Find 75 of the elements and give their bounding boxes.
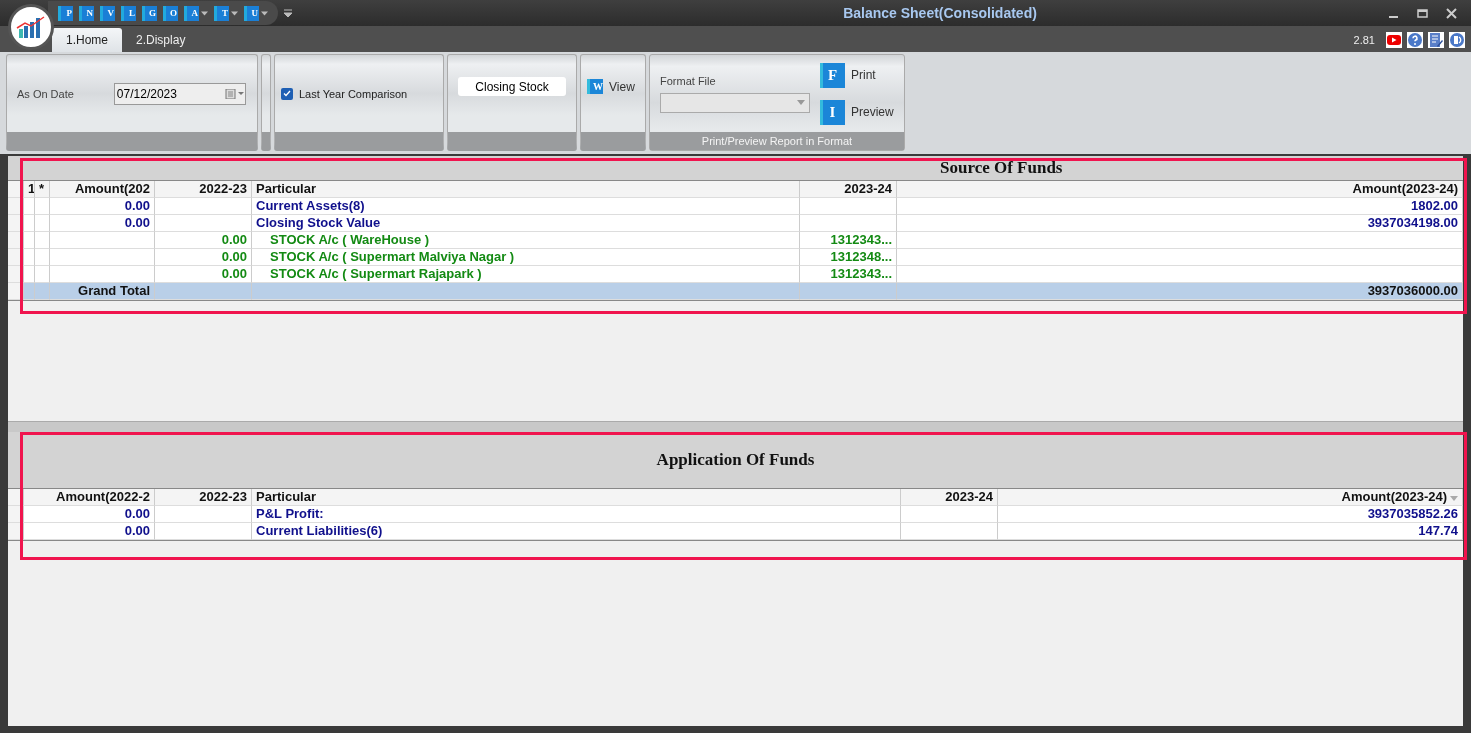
video-icon[interactable] bbox=[1386, 32, 1402, 48]
table-cell: STOCK A/c ( WareHouse ) bbox=[252, 232, 800, 249]
exit-icon[interactable] bbox=[1449, 32, 1465, 48]
column-header[interactable]: 2023-24 bbox=[901, 489, 998, 506]
caret-icon[interactable] bbox=[201, 10, 208, 16]
column-header[interactable]: 2022-23 bbox=[155, 181, 252, 198]
table-cell: 0.00 bbox=[50, 198, 155, 215]
table-cell: 1312348... bbox=[800, 249, 897, 266]
column-header[interactable]: 2022-23 bbox=[155, 489, 252, 506]
table-cell: 0.00 bbox=[155, 249, 252, 266]
toolbar-button[interactable]: G bbox=[142, 5, 157, 21]
field-label: As On Date bbox=[17, 87, 74, 100]
table-cell: 0.00 bbox=[24, 506, 155, 523]
column-header[interactable]: * bbox=[35, 181, 50, 198]
group-caption: Print/Preview Report in Format bbox=[650, 132, 904, 150]
caret-icon[interactable] bbox=[797, 100, 805, 105]
table-cell: 0.00 bbox=[155, 232, 252, 249]
table-cell: Current Assets(8) bbox=[252, 198, 800, 215]
total-label: Grand Total bbox=[50, 283, 155, 300]
table-cell: 3937035852.26 bbox=[998, 506, 1463, 523]
help-icon[interactable] bbox=[1407, 32, 1423, 48]
customize-icon[interactable] bbox=[284, 8, 292, 18]
table-cell: 1802.00 bbox=[897, 198, 1463, 215]
view-button[interactable]: W View bbox=[587, 79, 635, 94]
table-cell bbox=[35, 249, 50, 266]
section-title: Application Of Funds bbox=[8, 432, 1463, 488]
ribbon-tab[interactable]: 2.Display bbox=[122, 28, 200, 52]
table-cell bbox=[35, 215, 50, 232]
table-cell bbox=[35, 198, 50, 215]
toolbar-button[interactable]: V bbox=[100, 5, 115, 21]
caret-icon[interactable] bbox=[231, 10, 238, 16]
column-header[interactable]: Amount(202 bbox=[50, 181, 155, 198]
column-header[interactable]: Amount(2023-24) bbox=[998, 489, 1463, 506]
sort-icon bbox=[1450, 496, 1458, 501]
table-cell: Closing Stock Value bbox=[252, 215, 800, 232]
notes-icon[interactable] bbox=[1428, 32, 1444, 48]
table-cell bbox=[24, 283, 35, 300]
table-cell bbox=[35, 232, 50, 249]
table-cell bbox=[35, 283, 50, 300]
table-cell: 3937036000.00 bbox=[897, 283, 1463, 300]
toolbar-button[interactable]: N bbox=[79, 5, 94, 21]
maximize-icon[interactable] bbox=[1417, 7, 1428, 19]
date-field[interactable]: 07/12/2023 bbox=[113, 82, 246, 105]
ribbon-tab[interactable]: 1.Home bbox=[52, 28, 123, 52]
table-cell: 0.00 bbox=[50, 215, 155, 232]
close-icon[interactable] bbox=[1446, 7, 1457, 19]
toolbar-button[interactable]: O bbox=[163, 5, 178, 21]
column-header[interactable]: 2023-24 bbox=[800, 181, 897, 198]
print-button[interactable]: F Print bbox=[820, 62, 894, 88]
column-header[interactable]: Amount(2022-2 bbox=[24, 489, 155, 506]
table-cell: Current Liabilities(6) bbox=[252, 523, 901, 540]
column-header[interactable]: Amount(2023-24) bbox=[897, 181, 1463, 198]
table-cell bbox=[24, 232, 35, 249]
table-cell: 0.00 bbox=[24, 523, 155, 540]
preview-button[interactable]: I Preview bbox=[820, 99, 894, 125]
toolbar-button[interactable]: L bbox=[121, 5, 136, 21]
caret-icon[interactable] bbox=[261, 10, 268, 16]
closing-stock-button[interactable]: Closing Stock bbox=[458, 77, 566, 96]
toolbar-button[interactable]: P bbox=[58, 5, 73, 21]
table-cell: STOCK A/c ( Supermart Malviya Nagar ) bbox=[252, 249, 800, 266]
calendar-icon[interactable] bbox=[224, 88, 245, 99]
version-label: 2.81 bbox=[1353, 34, 1375, 46]
table-cell: P&L Profit: bbox=[252, 506, 901, 523]
table-cell: 147.74 bbox=[998, 523, 1463, 540]
table-cell bbox=[24, 249, 35, 266]
table-cell: 1312343... bbox=[800, 232, 897, 249]
column-header[interactable]: Particular bbox=[252, 181, 800, 198]
table-cell: 3937034198.00 bbox=[897, 215, 1463, 232]
field-label: Format File bbox=[660, 74, 717, 87]
column-header[interactable]: Particular bbox=[252, 489, 901, 506]
window-title: Balance Sheet(Consolidated) bbox=[842, 5, 1038, 21]
checkbox-label[interactable]: Last Year Comparison bbox=[299, 87, 408, 100]
table-cell bbox=[24, 198, 35, 215]
table-cell bbox=[24, 215, 35, 232]
checkbox[interactable] bbox=[281, 87, 293, 100]
